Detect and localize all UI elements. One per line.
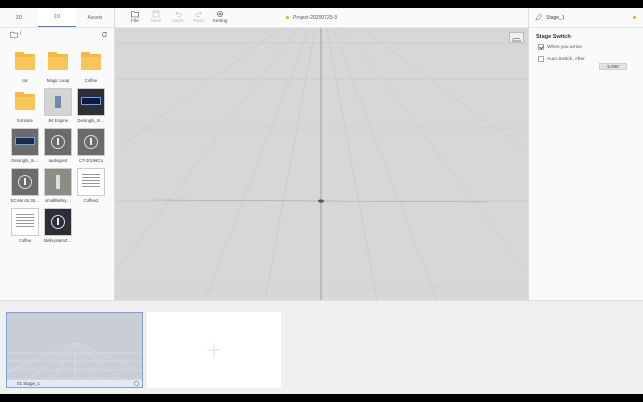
asset-label: Coffee2	[83, 198, 99, 203]
stage-strip: 01 Stage_1	[0, 300, 643, 394]
stage-label: 01 Stage_1	[7, 380, 142, 387]
asset-image-delonghi-1[interactable]: Delonghi_In…	[74, 88, 108, 123]
modified-indicator	[633, 16, 636, 19]
asset-folder-furniture[interactable]: furniture	[8, 88, 42, 123]
stage-thumbnail[interactable]: 01 Stage_1	[6, 312, 143, 388]
asset-label: Magic Leap	[46, 78, 70, 83]
asset-label: audiogest	[48, 158, 68, 163]
when-arrive-label: When you arrive	[547, 45, 582, 50]
asset-label: Delonghi_In…	[77, 118, 105, 123]
image-thumbnail	[44, 168, 72, 196]
asset-image-bellsystem[interactable]: BellsystemZ…	[41, 208, 75, 243]
undo-icon	[175, 11, 182, 18]
asset-label: Delonghi_In…	[11, 158, 39, 163]
asset-label: furniture	[17, 118, 33, 123]
folder-icon	[44, 48, 72, 76]
asset-label: car	[22, 78, 28, 83]
unsaved-indicator	[286, 16, 289, 19]
folder-icon[interactable]	[10, 31, 18, 38]
reset-view-button[interactable]: Reset	[509, 32, 524, 43]
redo-label: Redo	[193, 19, 205, 24]
image-thumbnail	[11, 168, 39, 196]
asset-folder-coffee[interactable]: Coffee	[74, 48, 108, 83]
tab-assets[interactable]: Assets	[76, 8, 114, 27]
when-arrive-checkbox[interactable]	[538, 44, 544, 50]
folder-icon	[11, 88, 39, 116]
undo-button[interactable]: Undo	[167, 10, 189, 24]
app-window: 3D 2D Assets / car Magic Leap Coffee fur…	[0, 8, 643, 394]
asset-label: ECAM 45.36…	[10, 198, 40, 203]
tab-2d[interactable]: 2D	[38, 8, 76, 27]
stage-preview-grid	[7, 342, 142, 387]
asset-label: BellsystemZ…	[44, 238, 72, 243]
asset-image-coffee2[interactable]: Coffee2	[74, 168, 108, 203]
image-thumbnail	[44, 88, 72, 116]
image-thumbnail	[77, 128, 105, 156]
setting-label: Setting	[212, 19, 228, 24]
save-label: Save	[150, 19, 162, 24]
auto-switch-checkbox[interactable]	[538, 56, 544, 62]
gear-icon	[217, 11, 223, 17]
pencil-icon[interactable]	[535, 14, 542, 21]
asset-folder-magic-leap[interactable]: Magic Leap	[41, 48, 75, 83]
asset-image-smallbellsy[interactable]: smallBellsy…	[41, 168, 75, 203]
asset-image-coffee[interactable]: Coffee	[8, 208, 42, 243]
image-thumbnail	[44, 128, 72, 156]
image-thumbnail	[77, 168, 105, 196]
add-stage-button[interactable]	[147, 312, 281, 388]
file-button[interactable]: File	[124, 10, 146, 24]
path-bar: /	[0, 28, 114, 42]
tab-3d[interactable]: 3D	[0, 8, 38, 27]
scene-viewport[interactable]: Reset	[115, 28, 528, 300]
auto-switch-label: Auto Switch, After	[547, 57, 585, 62]
asset-label: Jet Engine	[47, 118, 69, 123]
reset-label: Reset	[511, 39, 522, 43]
section-title: Stage Switch	[536, 34, 571, 40]
current-path: /	[20, 31, 22, 37]
refresh-icon[interactable]	[101, 31, 108, 38]
folder-icon	[77, 48, 105, 76]
image-thumbnail	[77, 88, 105, 116]
image-thumbnail	[44, 208, 72, 236]
toolbar: File Save Undo Redo Setting Project-2020…	[115, 8, 528, 28]
image-thumbnail	[11, 208, 39, 236]
asset-image-delonghi-2[interactable]: Delonghi_In…	[8, 128, 42, 163]
after-seconds-input[interactable]: 5.000	[599, 63, 627, 70]
asset-tabs: 3D 2D Assets	[0, 8, 114, 28]
asset-label: Coffee	[18, 238, 32, 243]
asset-label: smallBellsy…	[45, 198, 71, 203]
file-label: File	[131, 19, 139, 24]
folder-icon	[131, 11, 139, 18]
project-title: Project-20200729-3	[286, 15, 337, 21]
folder-icon	[11, 48, 39, 76]
save-button[interactable]: Save	[145, 10, 167, 24]
stage-options-handle[interactable]	[134, 381, 139, 386]
asset-panel: 3D 2D Assets / car Magic Leap Coffee fur…	[0, 8, 115, 300]
setting-button[interactable]: Setting	[209, 10, 231, 24]
asset-image-ecam[interactable]: ECAM 45.36…	[8, 168, 42, 203]
image-thumbnail	[11, 128, 39, 156]
asset-image-jet-engine[interactable]: Jet Engine	[41, 88, 75, 123]
asset-label: CT-2019€Cs	[78, 158, 104, 163]
asset-folder-car[interactable]: car	[8, 48, 42, 83]
plus-icon	[207, 343, 221, 357]
save-icon	[152, 10, 160, 18]
asset-image-ct-2019[interactable]: CT-2019€Cs	[74, 128, 108, 163]
asset-label: Coffee	[84, 78, 98, 83]
undo-label: Undo	[172, 19, 184, 24]
redo-button[interactable]: Redo	[188, 10, 210, 24]
redo-icon	[195, 11, 202, 18]
ground-grid	[115, 28, 528, 300]
stage-header: Stage_1	[529, 8, 643, 28]
properties-panel: Stage_1 Stage Switch When you arrive Aut…	[528, 8, 643, 300]
project-name: Project-20200729-3	[293, 15, 337, 21]
asset-image-audiogest[interactable]: audiogest	[41, 128, 75, 163]
stage-name[interactable]: Stage_1	[546, 15, 565, 21]
